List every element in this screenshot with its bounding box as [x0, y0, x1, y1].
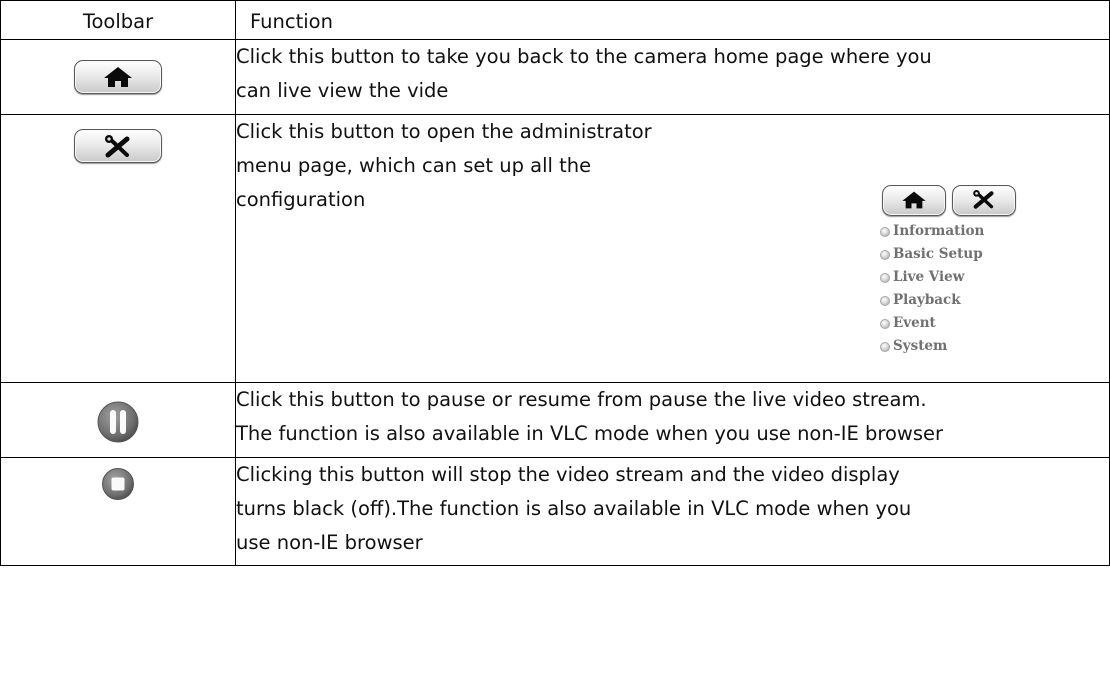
- function-text-line: The function is also available in VLC mo…: [236, 422, 944, 445]
- bullet-icon: [880, 272, 890, 283]
- menu-preview-buttons: [882, 185, 1060, 216]
- toolbar-cell: [0, 457, 236, 566]
- menu-item-label: Playback: [893, 292, 961, 308]
- table-row: Click this button to take you back to th…: [0, 39, 1110, 115]
- function-text-line: Click this button to open the administra…: [236, 120, 652, 143]
- bullet-icon: [880, 249, 890, 260]
- pause-button[interactable]: [96, 400, 140, 455]
- stop-button[interactable]: [101, 467, 135, 512]
- table-row: Clicking this button will stop the video…: [0, 457, 1110, 566]
- menu-item-label: Live View: [893, 269, 965, 285]
- function-column-header: Function: [235, 0, 1110, 40]
- menu-item-label: Information: [893, 223, 985, 239]
- bullet-icon: [880, 341, 890, 352]
- function-text-line: use non-IE browser: [236, 531, 423, 554]
- menu-item-label: System: [893, 338, 948, 354]
- function-cell: Click this button to pause or resume fro…: [235, 382, 1110, 458]
- tools-icon: [973, 190, 994, 209]
- menu-item-label: Event: [893, 315, 936, 331]
- menu-item-system: System: [880, 335, 1060, 358]
- admin-menu-button[interactable]: [74, 129, 162, 163]
- menu-item-label: Basic Setup: [893, 246, 983, 262]
- toolbar-cell: [0, 382, 236, 458]
- bullet-icon: [880, 226, 890, 237]
- menu-item-basic-setup: Basic Setup: [880, 243, 1060, 266]
- menu-item-event: Event: [880, 312, 1060, 335]
- function-text-line: Click this button to pause or resume fro…: [236, 388, 927, 411]
- menu-item-information: Information: [880, 220, 1060, 243]
- toolbar-cell: [0, 39, 236, 115]
- table-header-row: Toolbar Function: [0, 0, 1110, 40]
- menu-item-live-view: Live View: [880, 266, 1060, 289]
- bullet-icon: [880, 318, 890, 329]
- function-text-line: can live view the vide: [236, 79, 449, 102]
- function-text-line: Clicking this button will stop the video…: [236, 463, 900, 486]
- home-icon: [902, 191, 926, 209]
- preview-home-button: [882, 185, 946, 216]
- function-text-line: Click this button to take you back to th…: [236, 45, 932, 68]
- tools-icon: [105, 135, 130, 158]
- preview-tools-button: [952, 185, 1016, 216]
- toolbar-column-header: Toolbar: [0, 0, 236, 40]
- stop-icon: [102, 468, 134, 500]
- admin-menu-preview: Information Basic Setup Live View Playba…: [880, 185, 1060, 358]
- toolbar-cell: [0, 114, 236, 383]
- function-text-line: turns black (off).The function is also a…: [236, 497, 912, 520]
- home-icon: [104, 67, 132, 87]
- function-cell: Click this button to take you back to th…: [235, 39, 1110, 115]
- bullet-icon: [880, 295, 890, 306]
- home-button[interactable]: [74, 60, 162, 94]
- function-text-line: menu page, which can set up all the: [236, 154, 592, 177]
- pause-icon: [97, 401, 139, 443]
- menu-item-playback: Playback: [880, 289, 1060, 312]
- function-cell: Clicking this button will stop the video…: [235, 457, 1110, 566]
- table-row: Click this button to pause or resume fro…: [0, 382, 1110, 458]
